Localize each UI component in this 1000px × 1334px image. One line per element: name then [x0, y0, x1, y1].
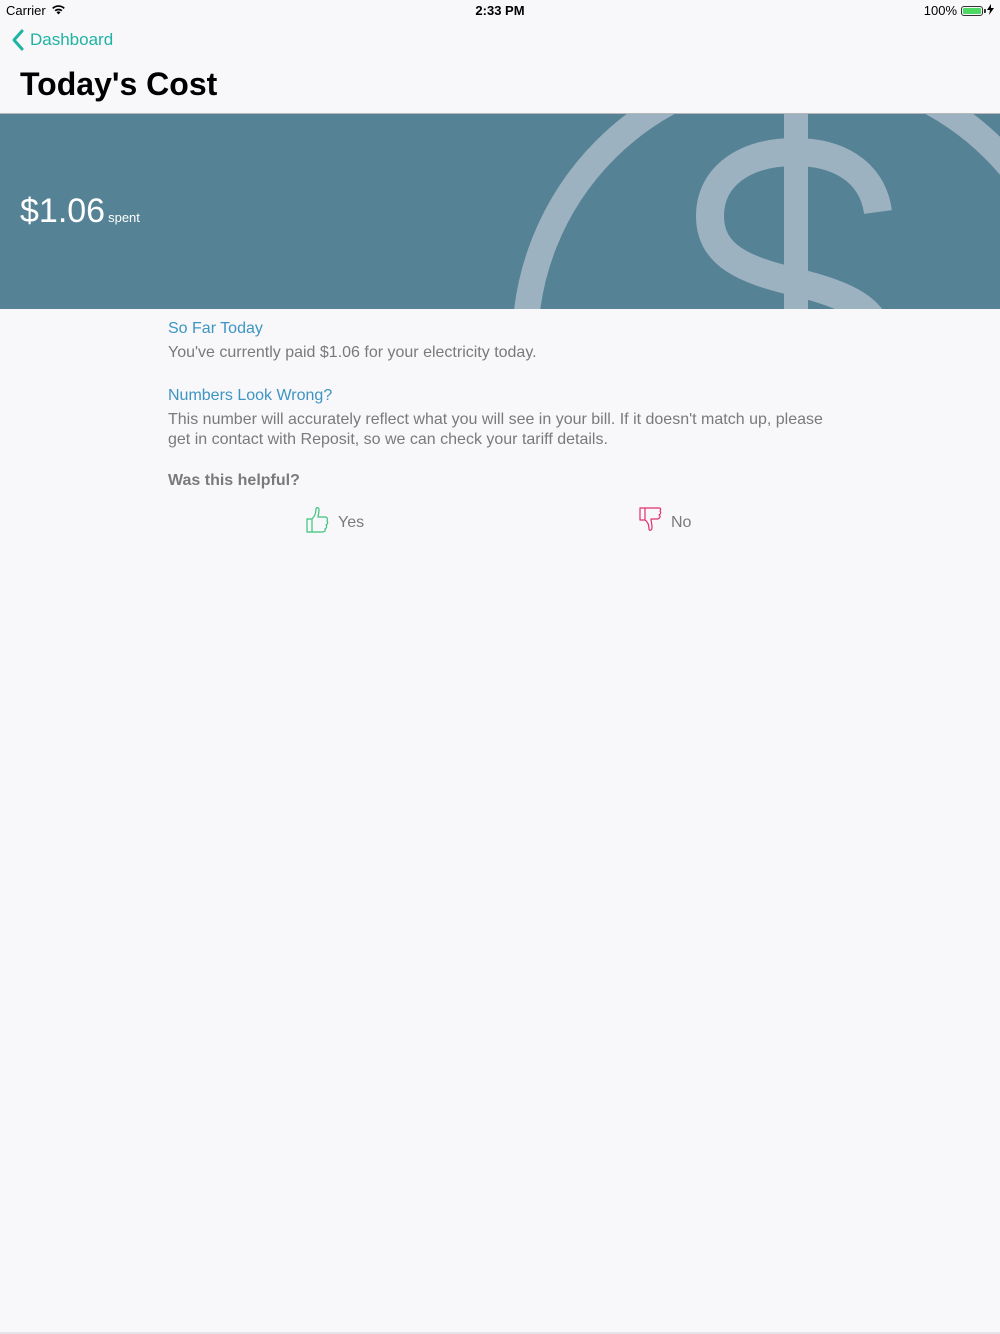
amount-display: $1.06 spent [20, 192, 140, 231]
yes-label: Yes [338, 513, 365, 531]
chevron-left-icon [10, 28, 28, 52]
back-label: Dashboard [30, 30, 114, 49]
no-label: No [671, 513, 692, 531]
no-button[interactable]: No [637, 505, 691, 540]
yes-button[interactable]: Yes [304, 505, 364, 540]
content: So Far Today You've currently paid $1.06… [168, 318, 828, 450]
section-numbers-look-wrong: Numbers Look Wrong? This number will acc… [168, 385, 828, 450]
section-heading: So Far Today [168, 320, 263, 337]
section-body: You've currently paid $1.06 for your ele… [168, 344, 537, 361]
battery-fill [963, 7, 981, 14]
page-title: Today's Cost [20, 66, 218, 102]
status-right: 100% [924, 3, 994, 18]
back-button[interactable]: Dashboard [10, 28, 113, 52]
section-heading: Numbers Look Wrong? [168, 387, 333, 404]
section-body: This number will accurately reflect what… [168, 411, 823, 448]
charging-icon [987, 3, 994, 18]
amount-value: $1.06 [20, 192, 106, 230]
thumbs-up-icon [304, 505, 338, 540]
thumbs-down-icon [637, 505, 671, 540]
amount-suffix: spent [108, 210, 140, 225]
dollar-sign-icon [514, 114, 1000, 309]
helpful-question: Was this helpful? [168, 472, 300, 489]
cost-banner: $1.06 spent [0, 114, 1000, 309]
status-time: 2:33 PM [475, 3, 525, 18]
status-bar: Carrier 2:33 PM 100% [0, 0, 1000, 20]
section-so-far-today: So Far Today You've currently paid $1.06… [168, 318, 828, 363]
battery-icon [961, 5, 986, 16]
battery-percent: 100% [923, 3, 957, 18]
